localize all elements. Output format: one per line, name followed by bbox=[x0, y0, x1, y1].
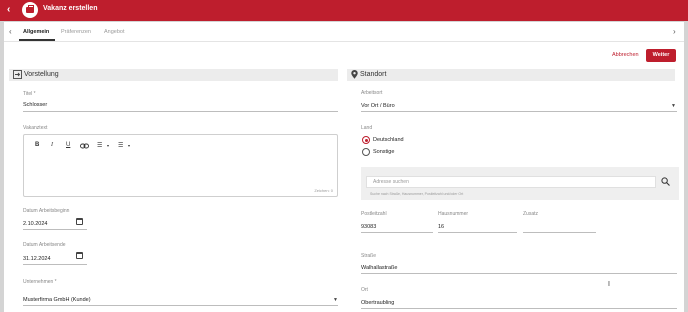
street-underline bbox=[361, 273, 677, 274]
company-underline bbox=[23, 305, 338, 306]
radio-sonstige-label: Sonstige bbox=[373, 149, 395, 155]
title-underline bbox=[23, 111, 338, 112]
tab-allgemein[interactable]: Allgemein bbox=[23, 29, 49, 35]
house-number-input[interactable]: 16 bbox=[438, 224, 444, 230]
city-label: Ort bbox=[361, 287, 368, 293]
tab-praeferenzen[interactable]: Präferenzen bbox=[61, 29, 91, 35]
cancel-button[interactable]: Abbrechen bbox=[612, 52, 639, 58]
start-date-label: Datum Arbeitsbeginn bbox=[23, 208, 70, 214]
street-label: Straße bbox=[361, 253, 377, 259]
active-tab-indicator bbox=[19, 39, 55, 41]
extra-label: Zusatz bbox=[523, 211, 539, 217]
section-vorstellung: Vorstellung bbox=[9, 69, 338, 81]
search-hint: Suche nach Straße, Hausnummer, Postleitz… bbox=[370, 192, 464, 196]
numbered-list-icon[interactable]: ☰ bbox=[118, 142, 123, 149]
city-underline bbox=[361, 308, 677, 309]
workplace-underline bbox=[361, 111, 677, 112]
char-counter: Zeichen: 0 bbox=[314, 188, 333, 193]
end-date-underline bbox=[23, 264, 87, 265]
company-label: Unternehmen * bbox=[23, 279, 57, 285]
tabs-prev-icon[interactable]: ‹ bbox=[9, 27, 12, 36]
calendar-icon[interactable] bbox=[76, 218, 83, 225]
page-title: Vakanz erstellen bbox=[43, 5, 98, 12]
address-search-input[interactable]: Adresse suchen bbox=[366, 176, 656, 188]
location-pin-icon bbox=[351, 70, 358, 79]
tab-bar: ‹ Allgemein Präferenzen Angebot › bbox=[4, 22, 684, 42]
vakanztext-label: Vakanztext bbox=[23, 125, 48, 131]
italic-icon[interactable]: I bbox=[51, 142, 53, 148]
briefcase-icon bbox=[22, 2, 38, 18]
bold-icon[interactable]: B bbox=[35, 142, 39, 148]
next-button[interactable]: Weiter bbox=[646, 49, 676, 62]
tab-angebot[interactable]: Angebot bbox=[104, 29, 125, 35]
radio-sonstige[interactable] bbox=[362, 148, 370, 156]
end-date-label: Datum Arbeitsende bbox=[23, 242, 66, 248]
search-icon[interactable] bbox=[661, 177, 670, 186]
workplace-label: Arbeitsort bbox=[361, 90, 383, 96]
end-date-input[interactable]: 31.12.2024 bbox=[23, 256, 51, 262]
chevron-down-icon[interactable]: ▼ bbox=[671, 103, 676, 109]
text-cursor-icon: I bbox=[608, 281, 610, 288]
city-input[interactable]: Obertraubling bbox=[361, 300, 394, 306]
street-input[interactable]: Walhallastraße bbox=[361, 265, 397, 271]
main-card: ‹ Allgemein Präferenzen Angebot › Abbrec… bbox=[4, 22, 684, 312]
radio-deutschland-label: Deutschland bbox=[373, 137, 404, 143]
login-icon bbox=[13, 70, 22, 79]
link-icon[interactable] bbox=[80, 143, 89, 149]
zip-label: Postleitzahl bbox=[361, 211, 387, 217]
extra-underline bbox=[523, 232, 596, 233]
company-select[interactable]: Musterfirma GmbH (Kunde) bbox=[23, 297, 91, 303]
title-label: Titel * bbox=[23, 91, 36, 97]
app-header: ‹ Vakanz erstellen bbox=[0, 0, 688, 21]
country-label: Land bbox=[361, 125, 373, 131]
back-icon[interactable]: ‹ bbox=[7, 4, 10, 16]
house-number-label: Hausnummer bbox=[438, 211, 469, 217]
bullet-list-caret-icon[interactable]: ▾ bbox=[107, 143, 109, 148]
section-title: Standort bbox=[360, 71, 387, 78]
house-number-underline bbox=[438, 232, 517, 233]
section-title: Vorstellung bbox=[24, 71, 59, 78]
workplace-select[interactable]: Vor Ort / Büro bbox=[361, 103, 395, 109]
calendar-icon[interactable] bbox=[76, 252, 83, 259]
address-search-panel: Adresse suchen Suche nach Straße, Hausnu… bbox=[361, 167, 679, 200]
numbered-list-caret-icon[interactable]: ▾ bbox=[128, 143, 130, 148]
zip-underline bbox=[361, 232, 433, 233]
radio-deutschland[interactable] bbox=[362, 136, 370, 144]
section-standort: Standort bbox=[347, 69, 675, 81]
tabs-next-icon[interactable]: › bbox=[673, 27, 676, 36]
start-date-input[interactable]: 2.10.2024 bbox=[23, 221, 47, 227]
bullet-list-icon[interactable]: ☰ bbox=[97, 142, 102, 149]
title-input[interactable]: Schlosser bbox=[23, 102, 47, 108]
chevron-down-icon[interactable]: ▼ bbox=[333, 297, 338, 303]
start-date-underline bbox=[23, 229, 87, 230]
underline-icon[interactable]: U bbox=[66, 142, 70, 148]
zip-input[interactable]: 93083 bbox=[361, 224, 376, 230]
search-placeholder: Adresse suchen bbox=[373, 179, 409, 185]
rich-text-editor[interactable]: B I U ☰ ▾ ☰ ▾ Zeichen: 0 bbox=[23, 134, 338, 197]
